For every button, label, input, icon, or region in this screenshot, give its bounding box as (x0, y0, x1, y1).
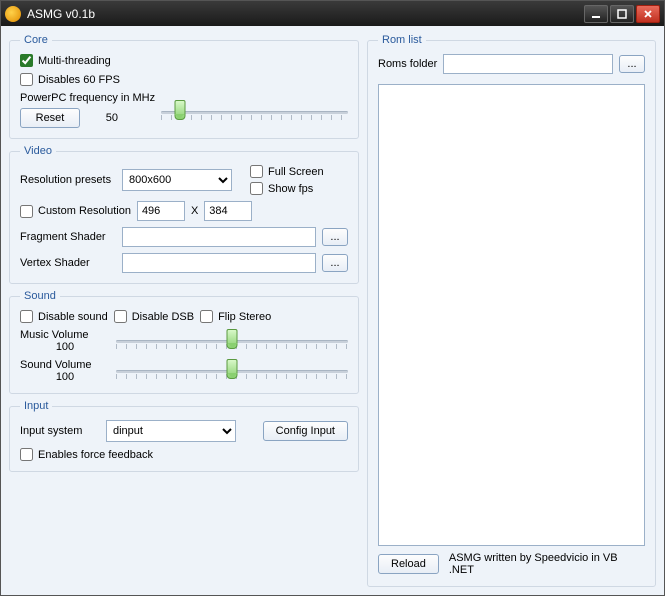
flip-stereo-checkbox[interactable]: Flip Stereo (200, 310, 271, 323)
credit-text: ASMG written by Speedvicio in VB .NET (449, 552, 645, 576)
input-system-label: Input system (20, 425, 100, 437)
res-preset-label: Resolution presets (20, 174, 116, 186)
sound-group: Sound Disable sound Disable DSB Flip Ste… (9, 290, 359, 394)
vertex-shader-browse-button[interactable]: ... (322, 254, 348, 272)
sound-volume-slider[interactable] (116, 359, 348, 383)
close-button[interactable] (636, 5, 660, 23)
romlist-legend: Rom list (378, 34, 426, 46)
window-titlebar: ASMG v0.1b (0, 0, 665, 26)
vertex-shader-label: Vertex Shader (20, 257, 116, 269)
music-volume-value: 100 (20, 341, 110, 353)
sound-volume-label: Sound Volume (20, 359, 110, 371)
music-slider-thumb[interactable] (227, 329, 238, 349)
music-volume-slider[interactable] (116, 329, 348, 353)
vertex-shader-input[interactable] (122, 253, 316, 273)
force-feedback-checkbox[interactable]: Enables force feedback (20, 448, 153, 461)
window-title: ASMG v0.1b (27, 7, 582, 21)
input-legend: Input (20, 400, 52, 412)
roms-listbox[interactable] (378, 84, 645, 546)
sound-volume-value: 100 (20, 371, 110, 383)
roms-folder-label: Roms folder (378, 58, 437, 70)
config-input-button[interactable]: Config Input (263, 421, 348, 441)
custom-width-input[interactable] (137, 201, 185, 221)
video-group: Video Resolution presets 800x600 Full Sc… (9, 145, 359, 284)
core-legend: Core (20, 34, 52, 46)
freq-slider[interactable] (161, 100, 348, 124)
roms-folder-browse-button[interactable]: ... (619, 55, 645, 73)
showfps-checkbox[interactable]: Show fps (250, 182, 324, 195)
reset-button[interactable]: Reset (20, 108, 80, 128)
input-group: Input Input system dinput Config Input E… (9, 400, 359, 472)
custom-res-checkbox[interactable]: Custom Resolution (20, 205, 131, 218)
sound-slider-thumb[interactable] (227, 359, 238, 379)
disable60fps-checkbox[interactable]: Disables 60 FPS (20, 73, 120, 86)
fragment-shader-label: Fragment Shader (20, 231, 116, 243)
input-system-select[interactable]: dinput (106, 420, 236, 442)
fragment-shader-input[interactable] (122, 227, 316, 247)
fullscreen-checkbox[interactable]: Full Screen (250, 165, 324, 178)
multithreading-checkbox[interactable]: Multi-threading (20, 54, 111, 67)
res-preset-select[interactable]: 800x600 (122, 169, 232, 191)
disable-dsb-checkbox[interactable]: Disable DSB (114, 310, 194, 323)
custom-height-input[interactable] (204, 201, 252, 221)
video-legend: Video (20, 145, 56, 157)
by-label: X (191, 205, 198, 217)
core-group: Core Multi-threading Disables 60 FPS Pow… (9, 34, 359, 139)
roms-folder-input[interactable] (443, 54, 613, 74)
sound-legend: Sound (20, 290, 60, 302)
freq-slider-thumb[interactable] (174, 100, 185, 120)
freq-label: PowerPC frequency in MHz (20, 92, 155, 104)
freq-value: 50 (88, 112, 118, 124)
disable60fps-label: Disables 60 FPS (38, 74, 120, 86)
app-icon (5, 6, 21, 22)
disable-sound-checkbox[interactable]: Disable sound (20, 310, 108, 323)
music-volume-label: Music Volume (20, 329, 110, 341)
minimize-button[interactable] (584, 5, 608, 23)
fragment-shader-browse-button[interactable]: ... (322, 228, 348, 246)
maximize-button[interactable] (610, 5, 634, 23)
romlist-group: Rom list Roms folder ... Reload ASMG wri… (367, 34, 656, 587)
multithreading-label: Multi-threading (38, 55, 111, 67)
reload-button[interactable]: Reload (378, 554, 439, 574)
